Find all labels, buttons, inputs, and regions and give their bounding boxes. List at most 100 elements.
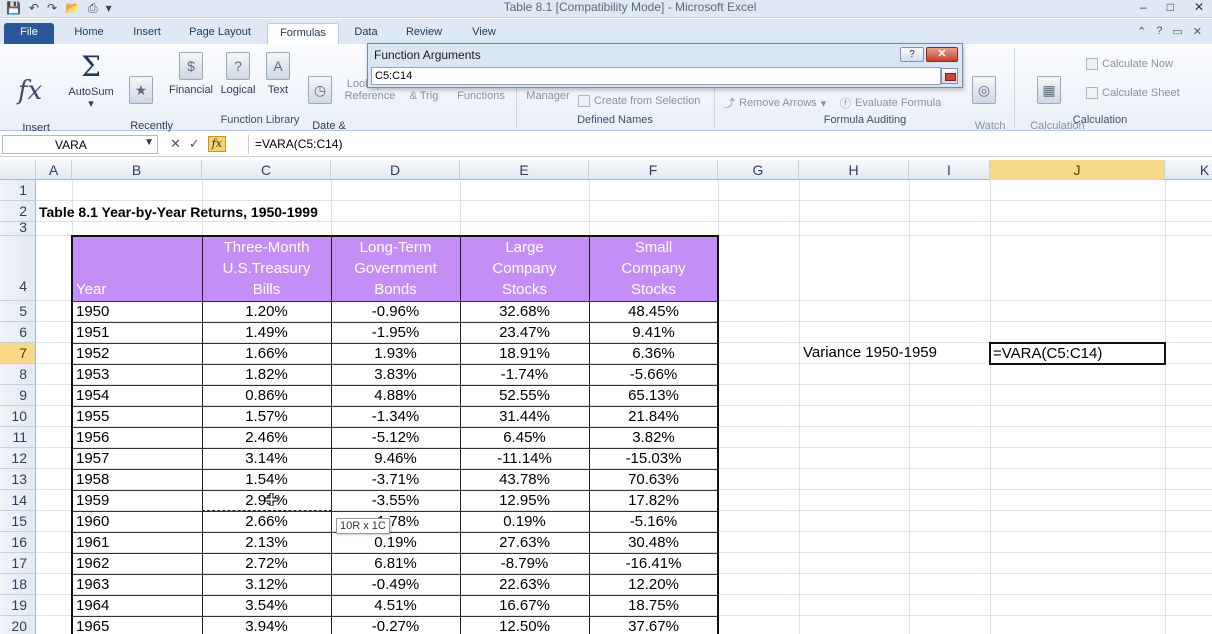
return-cell[interactable]: 70.63% [589, 470, 718, 490]
row-header[interactable]: 14 [0, 490, 36, 511]
return-cell[interactable]: -11.14% [460, 449, 589, 469]
year-cell[interactable]: 1952 [76, 344, 202, 364]
tab-review[interactable]: Review [398, 23, 450, 44]
return-cell[interactable]: 3.82% [589, 428, 718, 448]
return-cell[interactable]: -0.96% [331, 302, 460, 322]
close-button[interactable]: ✕ [1194, 0, 1204, 14]
year-cell[interactable]: 1954 [76, 386, 202, 406]
return-cell[interactable]: 0.19% [460, 512, 589, 532]
row-header[interactable]: 1 [0, 180, 36, 201]
expand-dialog-icon[interactable] [941, 68, 958, 84]
tab-formulas[interactable]: Formulas [267, 23, 339, 44]
variance-label[interactable]: Variance 1950-1959 [803, 343, 937, 363]
year-cell[interactable]: 1964 [76, 596, 202, 616]
column-header[interactable]: B [72, 160, 202, 180]
minimize-button[interactable]: – [1140, 0, 1147, 14]
formula-input[interactable]: =VARA(C5:C14) [248, 135, 1210, 154]
return-cell[interactable]: 3.94% [202, 617, 331, 634]
return-cell[interactable]: 52.55% [460, 386, 589, 406]
row-header[interactable]: 10 [0, 406, 36, 427]
table-title[interactable]: Table 8.1 Year-by-Year Returns, 1950-199… [39, 202, 318, 222]
tab-insert[interactable]: Insert [124, 23, 170, 44]
row-header[interactable]: 6 [0, 322, 36, 343]
return-cell[interactable]: 4.88% [331, 386, 460, 406]
tab-page-layout[interactable]: Page Layout [182, 23, 258, 44]
return-cell[interactable]: 0.19% [331, 533, 460, 553]
return-cell[interactable]: -5.12% [331, 428, 460, 448]
return-cell[interactable]: 2.72% [202, 554, 331, 574]
year-cell[interactable]: 1957 [76, 449, 202, 469]
return-cell[interactable]: -5.16% [589, 512, 718, 532]
row-header[interactable]: 2 [0, 201, 36, 222]
autosum-button[interactable]: Σ AutoSum ▾ [64, 52, 118, 111]
return-cell[interactable]: 3.83% [331, 365, 460, 385]
minimize-ribbon-icon[interactable]: ⌃ [1137, 25, 1146, 38]
row-header[interactable]: 19 [0, 595, 36, 616]
return-cell[interactable]: 43.78% [460, 470, 589, 490]
return-cell[interactable]: -3.55% [331, 491, 460, 511]
return-cell[interactable]: -15.03% [589, 449, 718, 469]
row-header[interactable]: 7 [0, 343, 36, 364]
tab-view[interactable]: View [464, 23, 504, 44]
return-cell[interactable]: 21.84% [589, 407, 718, 427]
maximize-button[interactable]: □ [1167, 0, 1174, 14]
return-cell[interactable]: 3.54% [202, 596, 331, 616]
row-header[interactable]: 17 [0, 553, 36, 574]
insert-function-icon[interactable]: fx [207, 136, 226, 152]
financial-button[interactable]: $ Financial [166, 52, 216, 96]
row-header[interactable]: 4 [0, 236, 36, 301]
return-cell[interactable]: 30.48% [589, 533, 718, 553]
return-cell[interactable]: 65.13% [589, 386, 718, 406]
row-header[interactable]: 18 [0, 574, 36, 595]
column-header[interactable]: I [909, 160, 990, 180]
restore-workbook-icon[interactable]: ▭ [1172, 25, 1182, 38]
active-cell-j7[interactable]: =VARA(C5:C14) [989, 342, 1166, 365]
tab-home[interactable]: Home [66, 23, 112, 44]
return-cell[interactable]: -16.41% [589, 554, 718, 574]
column-header[interactable]: C [202, 160, 331, 180]
return-cell[interactable]: 37.67% [589, 617, 718, 634]
calculate-now-button[interactable]: Calculate Now [1086, 58, 1173, 70]
return-cell[interactable]: 4.51% [331, 596, 460, 616]
return-cell[interactable]: 22.63% [460, 575, 589, 595]
return-cell[interactable]: 16.67% [460, 596, 589, 616]
year-cell[interactable]: 1950 [76, 302, 202, 322]
return-cell[interactable]: 18.75% [589, 596, 718, 616]
dialog-close-button[interactable]: ✕ [926, 47, 958, 62]
return-cell[interactable]: 31.44% [460, 407, 589, 427]
column-header[interactable]: A [36, 160, 72, 180]
row-header[interactable]: 5 [0, 301, 36, 322]
text-functions-button[interactable]: A Text [262, 52, 294, 96]
year-cell[interactable]: 1963 [76, 575, 202, 595]
column-header[interactable]: G [718, 160, 799, 180]
return-cell[interactable]: -1.95% [331, 323, 460, 343]
return-cell[interactable]: 32.68% [460, 302, 589, 322]
tab-file[interactable]: File [4, 23, 54, 44]
year-cell[interactable]: 1958 [76, 470, 202, 490]
close-workbook-icon[interactable]: ✕ [1193, 25, 1202, 38]
year-cell[interactable]: 1961 [76, 533, 202, 553]
row-header[interactable]: 16 [0, 532, 36, 553]
return-cell[interactable]: 6.36% [589, 344, 718, 364]
return-cell[interactable]: 48.45% [589, 302, 718, 322]
year-cell[interactable]: 1959 [76, 491, 202, 511]
return-cell[interactable]: 6.45% [460, 428, 589, 448]
return-cell[interactable]: -8.79% [460, 554, 589, 574]
column-header[interactable]: D [331, 160, 460, 180]
row-header[interactable]: 3 [0, 220, 36, 236]
return-cell[interactable]: 9.46% [331, 449, 460, 469]
tab-data[interactable]: Data [348, 23, 384, 44]
help-icon[interactable]: ? [1156, 25, 1162, 38]
column-header[interactable]: E [460, 160, 589, 180]
row-header[interactable]: 9 [0, 385, 36, 406]
return-cell[interactable]: 27.63% [460, 533, 589, 553]
row-header[interactable]: 8 [0, 364, 36, 385]
return-cell[interactable]: -1.74% [460, 365, 589, 385]
return-cell[interactable]: 12.50% [460, 617, 589, 634]
return-cell[interactable]: 23.47% [460, 323, 589, 343]
return-cell[interactable]: 17.82% [589, 491, 718, 511]
year-cell[interactable]: 1965 [76, 617, 202, 634]
column-header[interactable]: F [589, 160, 718, 180]
year-cell[interactable]: 1960 [76, 512, 202, 532]
select-all-corner[interactable] [0, 160, 36, 180]
